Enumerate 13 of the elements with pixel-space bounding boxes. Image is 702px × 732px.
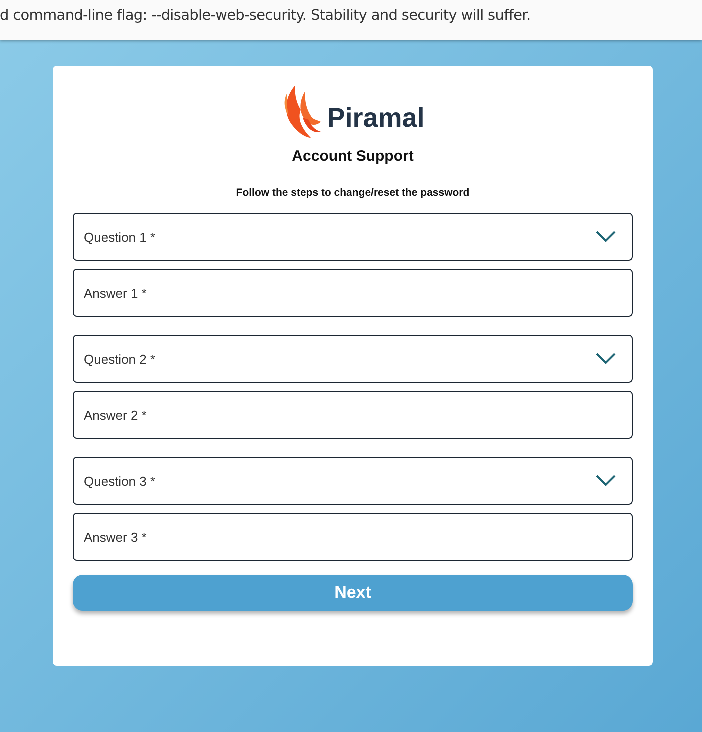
answer-field[interactable]: Answer 3 * xyxy=(73,513,633,561)
page-title: Account Support xyxy=(292,148,414,165)
chevron-down-icon xyxy=(596,475,616,487)
warning-text: d command-line flag: --disable-web-security. Stability and security will suffer. xyxy=(0,8,531,24)
question-dropdown[interactable]: Question 1 * xyxy=(73,213,633,261)
brand-name: Piramal xyxy=(327,102,425,134)
chevron-down-icon xyxy=(596,353,616,365)
instructions-text: Follow the steps to change/reset the password xyxy=(236,187,470,199)
answer-field[interactable]: Answer 1 * xyxy=(73,269,633,317)
question-dropdown[interactable]: Question 3 * xyxy=(73,457,633,505)
answer-field[interactable]: Answer 2 * xyxy=(73,391,633,439)
chevron-down-icon xyxy=(596,231,616,243)
question-dropdown[interactable]: Question 2 * xyxy=(73,335,633,383)
